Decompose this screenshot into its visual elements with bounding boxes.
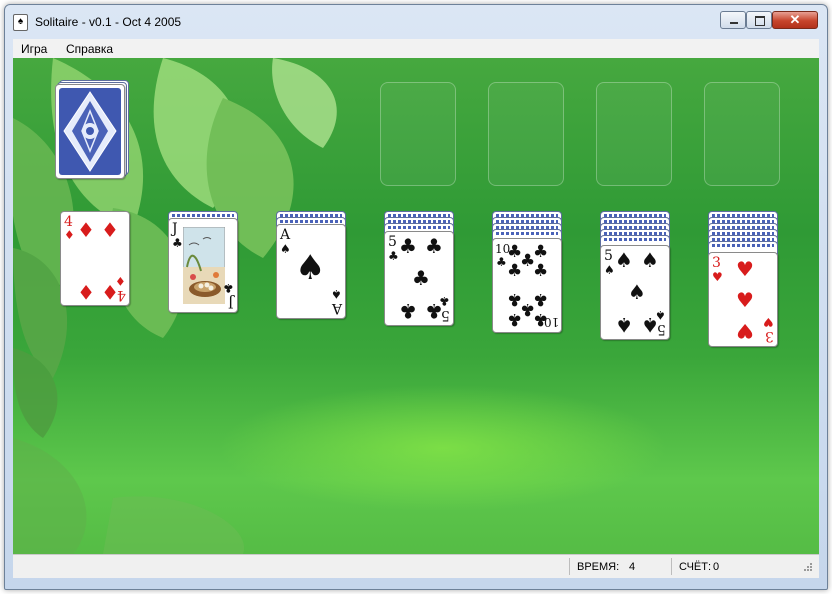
score-value: 0: [713, 561, 720, 573]
card-suit-icon: ♣: [439, 294, 450, 308]
spade-icon: ♠: [628, 280, 646, 304]
club-icon: ♣: [507, 261, 523, 281]
time-label: ВРЕМЯ:: [577, 561, 620, 573]
foundation-slot-3[interactable]: [596, 82, 672, 186]
playing-card[interactable]: 5 ♠ ♠ ♠ ♠ ♠ ♠ 5 ♠: [600, 245, 670, 340]
menu-bar: Игра Справка: [13, 39, 819, 58]
card-rank: 5: [657, 321, 666, 337]
playing-card[interactable]: A ♠ ♠ A ♠: [276, 224, 346, 319]
card-rank: 3: [712, 255, 721, 271]
time-value: 4: [629, 561, 636, 573]
club-icon: ♣: [533, 242, 549, 262]
spade-icon: ♠: [615, 248, 633, 272]
club-icon: ♣: [399, 234, 417, 258]
spade-icon: ♠: [641, 248, 659, 272]
card-rank: A: [331, 300, 342, 316]
card-suit-icon: ♠: [604, 263, 615, 277]
resize-grip-icon[interactable]: [801, 562, 813, 574]
card-suit-icon: ♣: [388, 249, 399, 263]
status-separator: [569, 558, 570, 575]
club-icon: ♣: [533, 289, 549, 309]
solitaire-window: ♠ Solitaire - v0.1 - Oct 4 2005 ✕ Игра С…: [4, 4, 828, 590]
card-rank: 3: [765, 328, 774, 344]
heart-icon: ♥: [736, 288, 754, 312]
club-icon: ♣: [507, 309, 523, 329]
diamond-icon: ♦: [77, 280, 95, 304]
card-rank: 5: [604, 248, 613, 264]
card-back-pattern: [59, 88, 121, 175]
score-label: СЧЁТ:: [679, 561, 712, 573]
card-suit-icon: ♠: [280, 242, 291, 256]
maximize-button[interactable]: [746, 11, 772, 29]
spade-icon: ♠: [295, 248, 326, 288]
club-icon: ♣: [533, 261, 549, 281]
diamond-icon: ♦: [101, 218, 119, 242]
stock-card-back[interactable]: [55, 84, 125, 179]
club-icon: ♣: [399, 299, 417, 323]
title-bar[interactable]: ♠ Solitaire - v0.1 - Oct 4 2005 ✕: [5, 5, 827, 35]
playing-card[interactable]: J ♣ J ♣: [168, 218, 238, 313]
window-title: Solitaire - v0.1 - Oct 4 2005: [35, 15, 182, 29]
maximize-icon: [755, 16, 765, 26]
playing-card[interactable]: 3 ♥ ♥ ♥ ♥ 3 ♥: [708, 252, 778, 347]
card-rank: 5: [441, 307, 450, 323]
card-suit-icon: ♦: [64, 228, 75, 242]
club-icon: ♣: [412, 266, 430, 290]
card-rank: J: [228, 294, 234, 310]
solitaire-app-icon: ♠: [13, 14, 28, 31]
card-suit-icon: ♠: [655, 308, 666, 322]
playing-card[interactable]: 4 ♦ ♦ ♦ ♦ ♦ 4 ♦: [60, 211, 130, 306]
card-rank: A: [280, 227, 291, 243]
card-suit-icon: ♥: [763, 315, 774, 329]
card-rank: 10: [543, 315, 559, 329]
foundation-slot-1[interactable]: [380, 82, 456, 186]
playing-card[interactable]: 10 ♣ ♣ ♣ ♣ ♣ ♣ ♣ ♣ ♣ ♣ ♣ 10: [492, 238, 562, 333]
card-suit-icon: ♣: [223, 281, 234, 295]
card-suit-icon: ♦: [115, 274, 126, 288]
spade-icon: ♠: [615, 313, 633, 337]
foundation-slot-4[interactable]: [704, 82, 780, 186]
card-suit-icon: ♣: [496, 255, 507, 269]
card-suit-icon: ♥: [712, 270, 723, 284]
diamond-icon: ♦: [77, 218, 95, 242]
close-button[interactable]: ✕: [772, 11, 818, 29]
minimize-button[interactable]: [720, 11, 746, 29]
card-rank: J: [172, 221, 178, 237]
heart-icon: ♥: [736, 257, 754, 281]
card-suit-icon: ♠: [331, 287, 342, 301]
foundation-slot-2[interactable]: [488, 82, 564, 186]
game-board[interactable]: 4 ♦ ♦ ♦ ♦ ♦ 4 ♦ J ♣ J ♣ A ♠ ♠ A ♠ 5 ♣ ♣ …: [13, 58, 819, 554]
playing-card[interactable]: 5 ♣ ♣ ♣ ♣ ♣ ♣ 5 ♣: [384, 231, 454, 326]
minimize-icon: [730, 22, 738, 24]
heart-icon: ♥: [736, 319, 754, 343]
status-separator: [671, 558, 672, 575]
card-rank: 5: [388, 234, 397, 250]
menu-help[interactable]: Справка: [66, 42, 113, 56]
status-bar: ВРЕМЯ: 4 СЧЁТ: 0: [13, 554, 819, 578]
menu-game[interactable]: Игра: [21, 42, 47, 56]
card-suit-icon: ♣: [172, 236, 183, 250]
card-rank: 4: [117, 287, 126, 303]
close-icon: ✕: [789, 12, 801, 27]
card-rank: 4: [64, 214, 73, 230]
jack-nest-picture: [183, 227, 225, 304]
club-icon: ♣: [425, 234, 443, 258]
